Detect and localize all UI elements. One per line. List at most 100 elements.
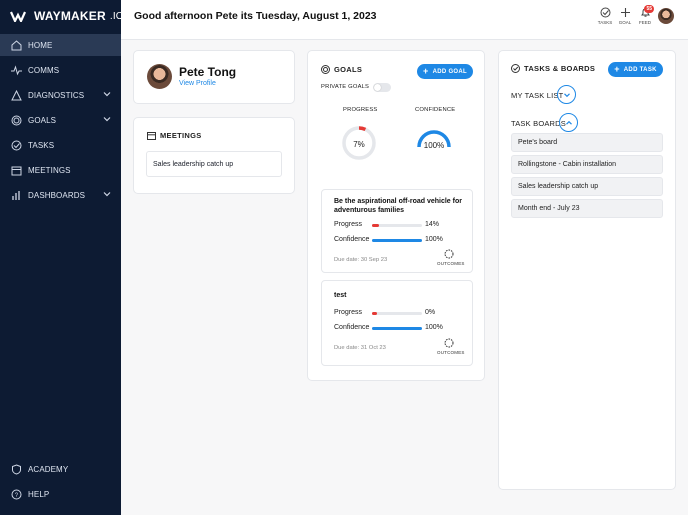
pulse-icon bbox=[10, 64, 22, 76]
plus-icon: + bbox=[423, 66, 429, 76]
check-circle-icon bbox=[511, 64, 520, 73]
sidebar: WAYMAKER .IO HOME COMMS DIAGNOSTICS GOALS… bbox=[0, 0, 124, 515]
meetings-header: MEETINGS bbox=[147, 131, 202, 140]
sidebar-item-diagnostics[interactable]: DIAGNOSTICS bbox=[0, 84, 121, 106]
sidebar-item-label: DIAGNOSTICS bbox=[28, 90, 85, 100]
check-circle-icon bbox=[10, 139, 22, 151]
profile-card: Pete Tong View Profile bbox=[133, 50, 295, 104]
help-icon: ? bbox=[10, 488, 22, 500]
calendar-icon bbox=[147, 132, 156, 140]
chevron-up-icon bbox=[565, 120, 572, 125]
add-goal-button[interactable]: + ADD GOAL bbox=[417, 64, 473, 79]
add-task-button[interactable]: + ADD TASK bbox=[608, 62, 663, 77]
logo[interactable]: WAYMAKER .IO bbox=[10, 9, 124, 23]
plus-icon bbox=[620, 8, 630, 17]
header-goal-button[interactable]: GOAL bbox=[616, 7, 634, 25]
meetings-title: MEETINGS bbox=[160, 131, 202, 140]
tasks-header: TASKS & BOARDS bbox=[511, 64, 595, 73]
tasks-boards-card: TASKS & BOARDS + ADD TASK MY TASK LIST T… bbox=[498, 50, 676, 490]
profile-name: Pete Tong bbox=[179, 65, 237, 79]
outcomes-icon[interactable] bbox=[444, 249, 454, 259]
goal-progress-value: 0% bbox=[425, 309, 436, 316]
header-tasks-label: TASKS bbox=[597, 20, 613, 25]
add-task-label: ADD TASK bbox=[623, 66, 657, 73]
progress-heading: PROGRESS bbox=[343, 107, 378, 113]
sidebar-item-label: COMMS bbox=[28, 65, 60, 75]
logo-text: WAYMAKER bbox=[34, 9, 106, 23]
task-board-item[interactable]: Rollingstone - Cabin installation bbox=[511, 155, 663, 174]
target-icon bbox=[321, 65, 330, 74]
sidebar-item-goals[interactable]: GOALS bbox=[0, 109, 121, 131]
header-feed-label: FEED bbox=[638, 20, 651, 25]
goal-confidence-value: 100% bbox=[425, 236, 443, 243]
goal-progress-bar bbox=[372, 312, 422, 315]
chevron-down-icon[interactable] bbox=[103, 190, 111, 200]
outcomes-label: OUTCOMES bbox=[437, 350, 465, 355]
sidebar-item-tasks[interactable]: TASKS bbox=[0, 134, 121, 156]
sidebar-item-dashboards[interactable]: DASHBOARDS bbox=[0, 184, 121, 206]
view-profile-link[interactable]: View Profile bbox=[179, 80, 216, 87]
goals-card: GOALS + ADD GOAL PRIVATE GOALS PROGRESS … bbox=[307, 50, 485, 381]
outcomes-icon[interactable] bbox=[444, 338, 454, 348]
sidebar-item-label: ACADEMY bbox=[28, 464, 69, 474]
sidebar-item-label: DASHBOARDS bbox=[28, 190, 86, 200]
progress-value: 7% bbox=[353, 140, 365, 149]
outcomes-label: OUTCOMES bbox=[437, 261, 465, 266]
sidebar-item-label: MEETINGS bbox=[28, 165, 71, 175]
plus-icon: + bbox=[614, 64, 620, 74]
goal-item[interactable]: Be the aspirational off-road vehicle for… bbox=[321, 189, 473, 273]
sidebar-item-label: TASKS bbox=[28, 140, 55, 150]
sidebar-item-label: HELP bbox=[28, 489, 50, 499]
task-board-item[interactable]: Pete's board bbox=[511, 133, 663, 152]
add-goal-label: ADD GOAL bbox=[432, 68, 467, 75]
goal-progress-bar bbox=[372, 224, 422, 227]
chevron-down-icon bbox=[563, 92, 570, 97]
my-task-list-toggle[interactable] bbox=[557, 85, 576, 104]
user-avatar[interactable] bbox=[658, 8, 674, 24]
svg-text:?: ? bbox=[14, 493, 18, 499]
task-board-item[interactable]: Month end - July 23 bbox=[511, 199, 663, 218]
sidebar-item-academy[interactable]: ACADEMY bbox=[0, 458, 121, 480]
sidebar-item-label: HOME bbox=[28, 40, 53, 50]
sidebar-item-home[interactable]: HOME bbox=[0, 34, 121, 56]
sidebar-item-meetings[interactable]: MEETINGS bbox=[0, 159, 121, 181]
sidebar-item-comms[interactable]: COMMS bbox=[0, 59, 121, 81]
chevron-down-icon[interactable] bbox=[103, 90, 111, 100]
header-tasks-button[interactable]: TASKS bbox=[596, 7, 614, 25]
goal-title: Be the aspirational off-road vehicle for… bbox=[334, 198, 462, 214]
goal-confidence-label: Confidence bbox=[334, 324, 370, 331]
header-feed-button[interactable]: FEED 55 bbox=[636, 5, 654, 25]
goal-due-date: Due date: 31 Oct 23 bbox=[334, 345, 386, 351]
private-goals-label: PRIVATE GOALS bbox=[321, 84, 370, 90]
sidebar-item-help[interactable]: ? HELP bbox=[0, 483, 121, 505]
tasks-title: TASKS & BOARDS bbox=[524, 64, 596, 73]
home-icon bbox=[10, 39, 22, 51]
bar-chart-icon bbox=[10, 189, 22, 201]
task-boards-toggle[interactable] bbox=[559, 113, 578, 132]
feed-count-badge: 55 bbox=[644, 5, 654, 13]
sidebar-item-label: GOALS bbox=[28, 115, 57, 125]
task-boards-label[interactable]: TASK BOARDS bbox=[511, 119, 566, 128]
goal-confidence-label: Confidence bbox=[334, 236, 370, 243]
goal-progress-label: Progress bbox=[334, 221, 363, 228]
target-icon bbox=[10, 114, 22, 126]
chevron-down-icon[interactable] bbox=[103, 115, 111, 125]
meeting-item[interactable]: Sales leadership catch up bbox=[146, 151, 282, 177]
confidence-value: 100% bbox=[423, 141, 445, 150]
my-task-list-label[interactable]: MY TASK LIST bbox=[511, 91, 563, 100]
goal-confidence-bar bbox=[372, 327, 422, 330]
confidence-heading: CONFIDENCE bbox=[415, 107, 456, 113]
goal-item[interactable]: test Progress 0% Confidence 100% Due dat… bbox=[321, 280, 473, 366]
meetings-card: MEETINGS Sales leadership catch up bbox=[133, 117, 295, 194]
goal-progress-value: 14% bbox=[425, 221, 440, 228]
goal-confidence-bar bbox=[372, 239, 422, 242]
profile-avatar bbox=[147, 64, 172, 89]
triangle-icon bbox=[10, 89, 22, 101]
task-board-item[interactable]: Sales leadership catch up bbox=[511, 177, 663, 196]
goal-title: test bbox=[334, 292, 347, 299]
greeting: Good afternoon Pete its Tuesday, August … bbox=[134, 10, 377, 22]
private-goals-toggle[interactable] bbox=[373, 83, 391, 92]
top-bar: Good afternoon Pete its Tuesday, August … bbox=[121, 0, 688, 40]
goals-title: GOALS bbox=[334, 65, 363, 74]
goals-header: GOALS bbox=[321, 65, 362, 74]
